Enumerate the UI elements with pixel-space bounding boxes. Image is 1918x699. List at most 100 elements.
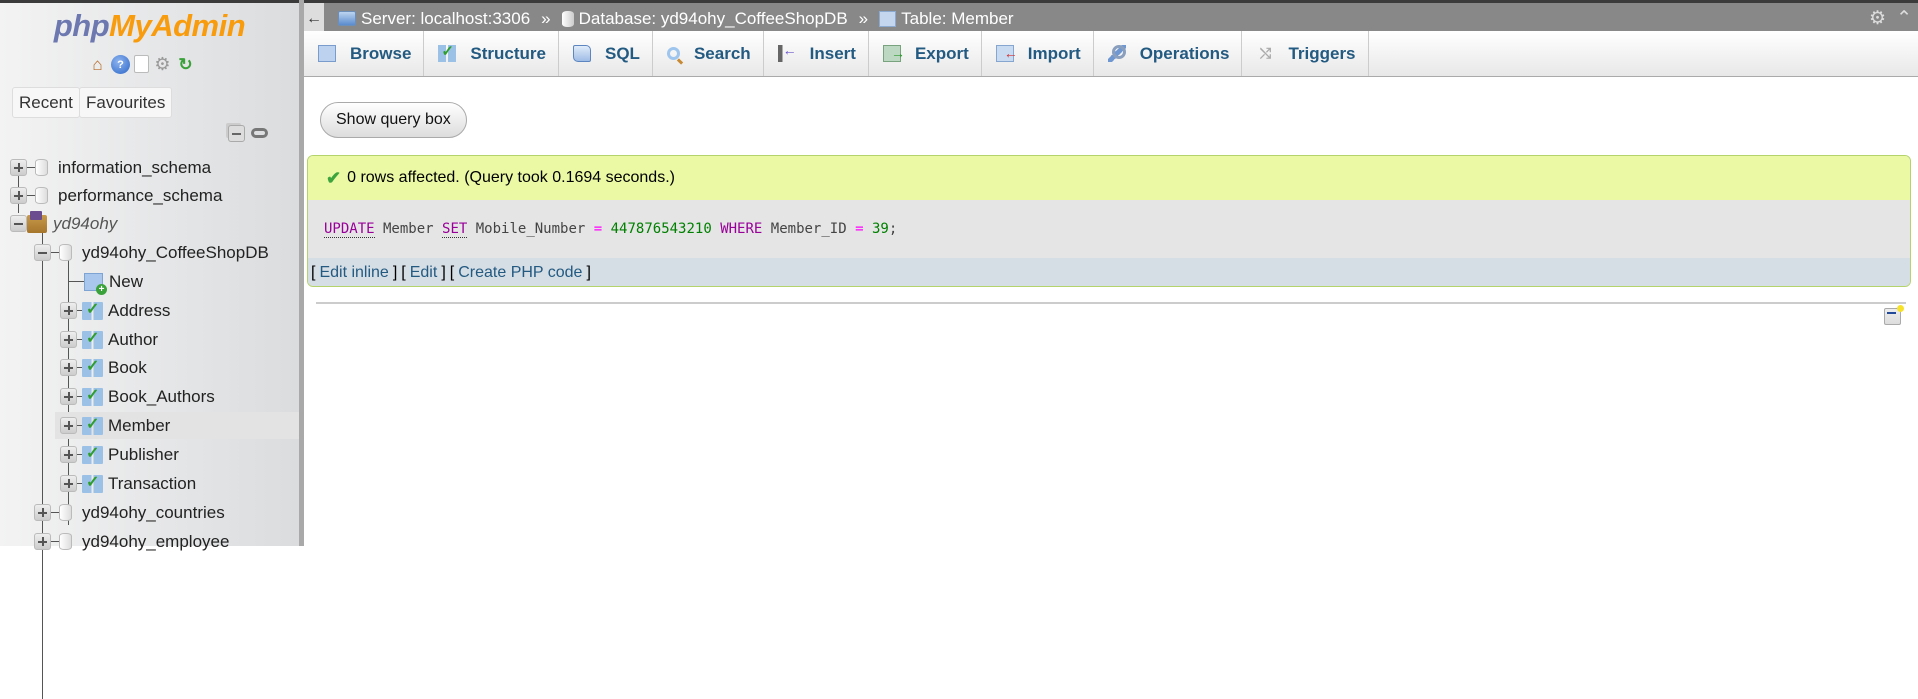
breadcrumb-table-label[interactable]: Table: Member <box>901 9 1013 29</box>
tree-item-author[interactable]: Author <box>60 326 158 353</box>
show-query-box-button[interactable]: Show query box <box>320 102 467 138</box>
sidebar-resize-handle[interactable] <box>299 0 304 546</box>
sql-keyword-set[interactable]: SET <box>442 221 468 238</box>
tree-item-label[interactable]: Book_Authors <box>108 387 215 407</box>
breadcrumb-bar: ← Server: localhost:3306 » Database: yd9… <box>304 0 1918 34</box>
tree-item-label[interactable]: Publisher <box>108 445 179 465</box>
export-icon <box>882 45 905 62</box>
tab-search[interactable]: Search <box>653 31 764 76</box>
sql-column-name: Mobile_Number <box>467 221 594 237</box>
database-icon <box>35 187 48 204</box>
top-right-controls: ⚙ ⌃ <box>1869 7 1912 30</box>
link-with-main-panel-icon[interactable] <box>251 128 268 138</box>
collapse-icon[interactable] <box>10 215 27 232</box>
tab-insert[interactable]: Insert <box>764 31 869 76</box>
table-structure-icon <box>82 299 103 320</box>
page-settings-icon[interactable]: ⚙ <box>1869 7 1886 30</box>
expand-icon[interactable] <box>60 331 77 348</box>
tree-item-label[interactable]: yd94ohy_employee <box>82 532 229 552</box>
tab-label[interactable]: Triggers <box>1288 44 1355 64</box>
collapse-top-menu-icon[interactable]: ⌃ <box>1896 7 1912 30</box>
help-icon[interactable]: ? <box>111 55 130 74</box>
tree-item-yd94ohy[interactable]: yd94ohy <box>10 210 117 237</box>
tree-item-label[interactable]: performance_schema <box>58 186 222 206</box>
breadcrumb-server-label[interactable]: Server: localhost:3306 <box>361 9 530 29</box>
reload-icon[interactable]: ↻ <box>176 55 195 74</box>
breadcrumb-server[interactable]: Server: localhost:3306 <box>338 9 530 29</box>
breadcrumb-table[interactable]: Table: Member <box>879 9 1014 29</box>
new-table-icon <box>84 272 107 295</box>
tree-item-label[interactable]: Book <box>108 358 147 378</box>
tab-structure[interactable]: Structure <box>424 31 559 76</box>
tree-item-label[interactable]: yd94ohy_CoffeeShopDB <box>82 243 269 263</box>
expand-icon[interactable] <box>10 159 27 176</box>
tab-label[interactable]: Import <box>1028 44 1081 64</box>
expand-icon[interactable] <box>60 475 77 492</box>
tree-item-employee[interactable]: yd94ohy_employee <box>34 528 229 555</box>
tab-label[interactable]: Search <box>694 44 751 64</box>
breadcrumb-separator: » <box>858 8 869 28</box>
tree-item-book[interactable]: Book <box>60 354 147 381</box>
edit-inline-link[interactable]: Edit inline <box>319 264 388 282</box>
section-divider <box>316 302 1906 304</box>
tab-export[interactable]: Export <box>869 31 982 76</box>
tab-sql[interactable]: SQL <box>559 31 653 76</box>
tree-item-label[interactable]: yd94ohy_countries <box>82 503 225 523</box>
tab-import[interactable]: Import <box>982 31 1094 76</box>
tree-item-information-schema[interactable]: information_schema <box>10 154 211 181</box>
recent-button[interactable]: Recent <box>12 87 80 118</box>
edit-link[interactable]: Edit <box>410 264 438 282</box>
documentation-icon[interactable] <box>134 55 149 73</box>
expand-icon[interactable] <box>60 417 77 434</box>
tree-item-performance-schema[interactable]: performance_schema <box>10 182 222 209</box>
expand-icon[interactable] <box>10 187 27 204</box>
tab-label[interactable]: Browse <box>350 44 411 64</box>
home-icon[interactable]: ⌂ <box>88 55 107 74</box>
tab-label[interactable]: Structure <box>470 44 546 64</box>
sql-keyword-update[interactable]: UPDATE <box>324 221 375 238</box>
tree-item-label[interactable]: yd94ohy <box>53 214 117 234</box>
breadcrumb-database[interactable]: Database: yd94ohy_CoffeeShopDB <box>561 9 848 29</box>
tree-item-label[interactable]: information_schema <box>58 158 211 178</box>
tree-item-book-authors[interactable]: Book_Authors <box>60 383 215 410</box>
tree-item-label[interactable]: Member <box>108 416 170 436</box>
sql-terminator: ; <box>888 221 898 237</box>
tree-item-label[interactable]: Author <box>108 330 158 350</box>
expand-icon[interactable] <box>60 446 77 463</box>
phpmyadmin-logo[interactable]: phpMyAdmin <box>0 8 299 44</box>
search-icon <box>666 47 680 60</box>
tab-triggers[interactable]: ⤭ Triggers <box>1242 31 1369 76</box>
create-php-code-link[interactable]: Create PHP code <box>458 264 582 282</box>
expand-icon[interactable] <box>34 533 51 550</box>
tree-item-label[interactable]: Address <box>108 301 170 321</box>
tab-label[interactable]: Operations <box>1140 44 1230 64</box>
tree-item-new-table[interactable]: New <box>68 268 143 295</box>
collapse-all-icon[interactable] <box>228 125 245 142</box>
expand-icon[interactable] <box>60 388 77 405</box>
import-icon <box>995 45 1018 62</box>
breadcrumb-database-label[interactable]: Database: yd94ohy_CoffeeShopDB <box>579 9 848 29</box>
collapse-icon[interactable] <box>34 244 51 261</box>
collapse-sidebar-button[interactable]: ← <box>304 3 324 34</box>
settings-icon[interactable]: ⚙ <box>153 54 172 74</box>
tree-item-countries[interactable]: yd94ohy_countries <box>34 499 225 526</box>
tree-item-label[interactable]: New <box>109 272 143 292</box>
bracket: [ <box>449 264 455 281</box>
expand-icon[interactable] <box>34 504 51 521</box>
tab-operations[interactable]: Operations <box>1094 31 1243 76</box>
tree-item-publisher[interactable]: Publisher <box>60 441 179 468</box>
tree-item-member[interactable]: Member <box>55 412 299 439</box>
expand-icon[interactable] <box>60 302 77 319</box>
database-icon <box>561 10 574 27</box>
tab-label[interactable]: SQL <box>605 44 640 64</box>
tree-item-address[interactable]: Address <box>60 297 170 324</box>
expand-icon[interactable] <box>60 359 77 376</box>
tree-item-coffeeshopdb[interactable]: yd94ohy_CoffeeShopDB <box>34 239 269 266</box>
favourites-button[interactable]: Favourites <box>79 87 173 118</box>
tab-label[interactable]: Export <box>915 44 969 64</box>
tab-browse[interactable]: Browse <box>304 31 425 76</box>
tab-label[interactable]: Insert <box>810 44 856 64</box>
tree-item-transaction[interactable]: Transaction <box>60 470 196 497</box>
tree-item-label[interactable]: Transaction <box>108 474 196 494</box>
sql-console-icon[interactable] <box>1884 305 1904 325</box>
